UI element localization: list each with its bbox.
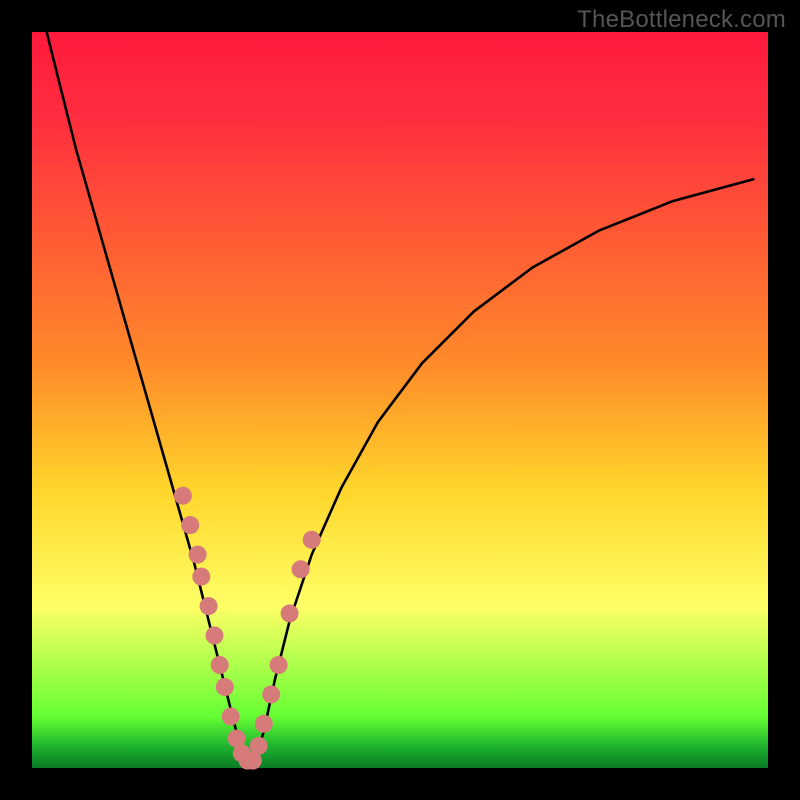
bottleneck-curve [47, 32, 754, 768]
data-dot [292, 560, 310, 578]
data-dot [216, 678, 234, 696]
data-dot [206, 627, 224, 645]
data-dot [181, 516, 199, 534]
data-dot [270, 656, 288, 674]
data-dot [211, 656, 229, 674]
data-dot [250, 737, 268, 755]
watermark-text: TheBottleneck.com [577, 6, 786, 34]
chart-svg [32, 32, 768, 768]
data-dot [303, 531, 321, 549]
data-dot [222, 708, 240, 726]
chart-frame: TheBottleneck.com [0, 0, 800, 800]
plot-area [32, 32, 768, 768]
data-dot [262, 685, 280, 703]
data-dot [174, 487, 192, 505]
data-dot [255, 715, 273, 733]
data-dot [189, 546, 207, 564]
data-dot [192, 568, 210, 586]
data-dot [200, 597, 218, 615]
data-dot [281, 604, 299, 622]
data-dots [174, 487, 321, 770]
